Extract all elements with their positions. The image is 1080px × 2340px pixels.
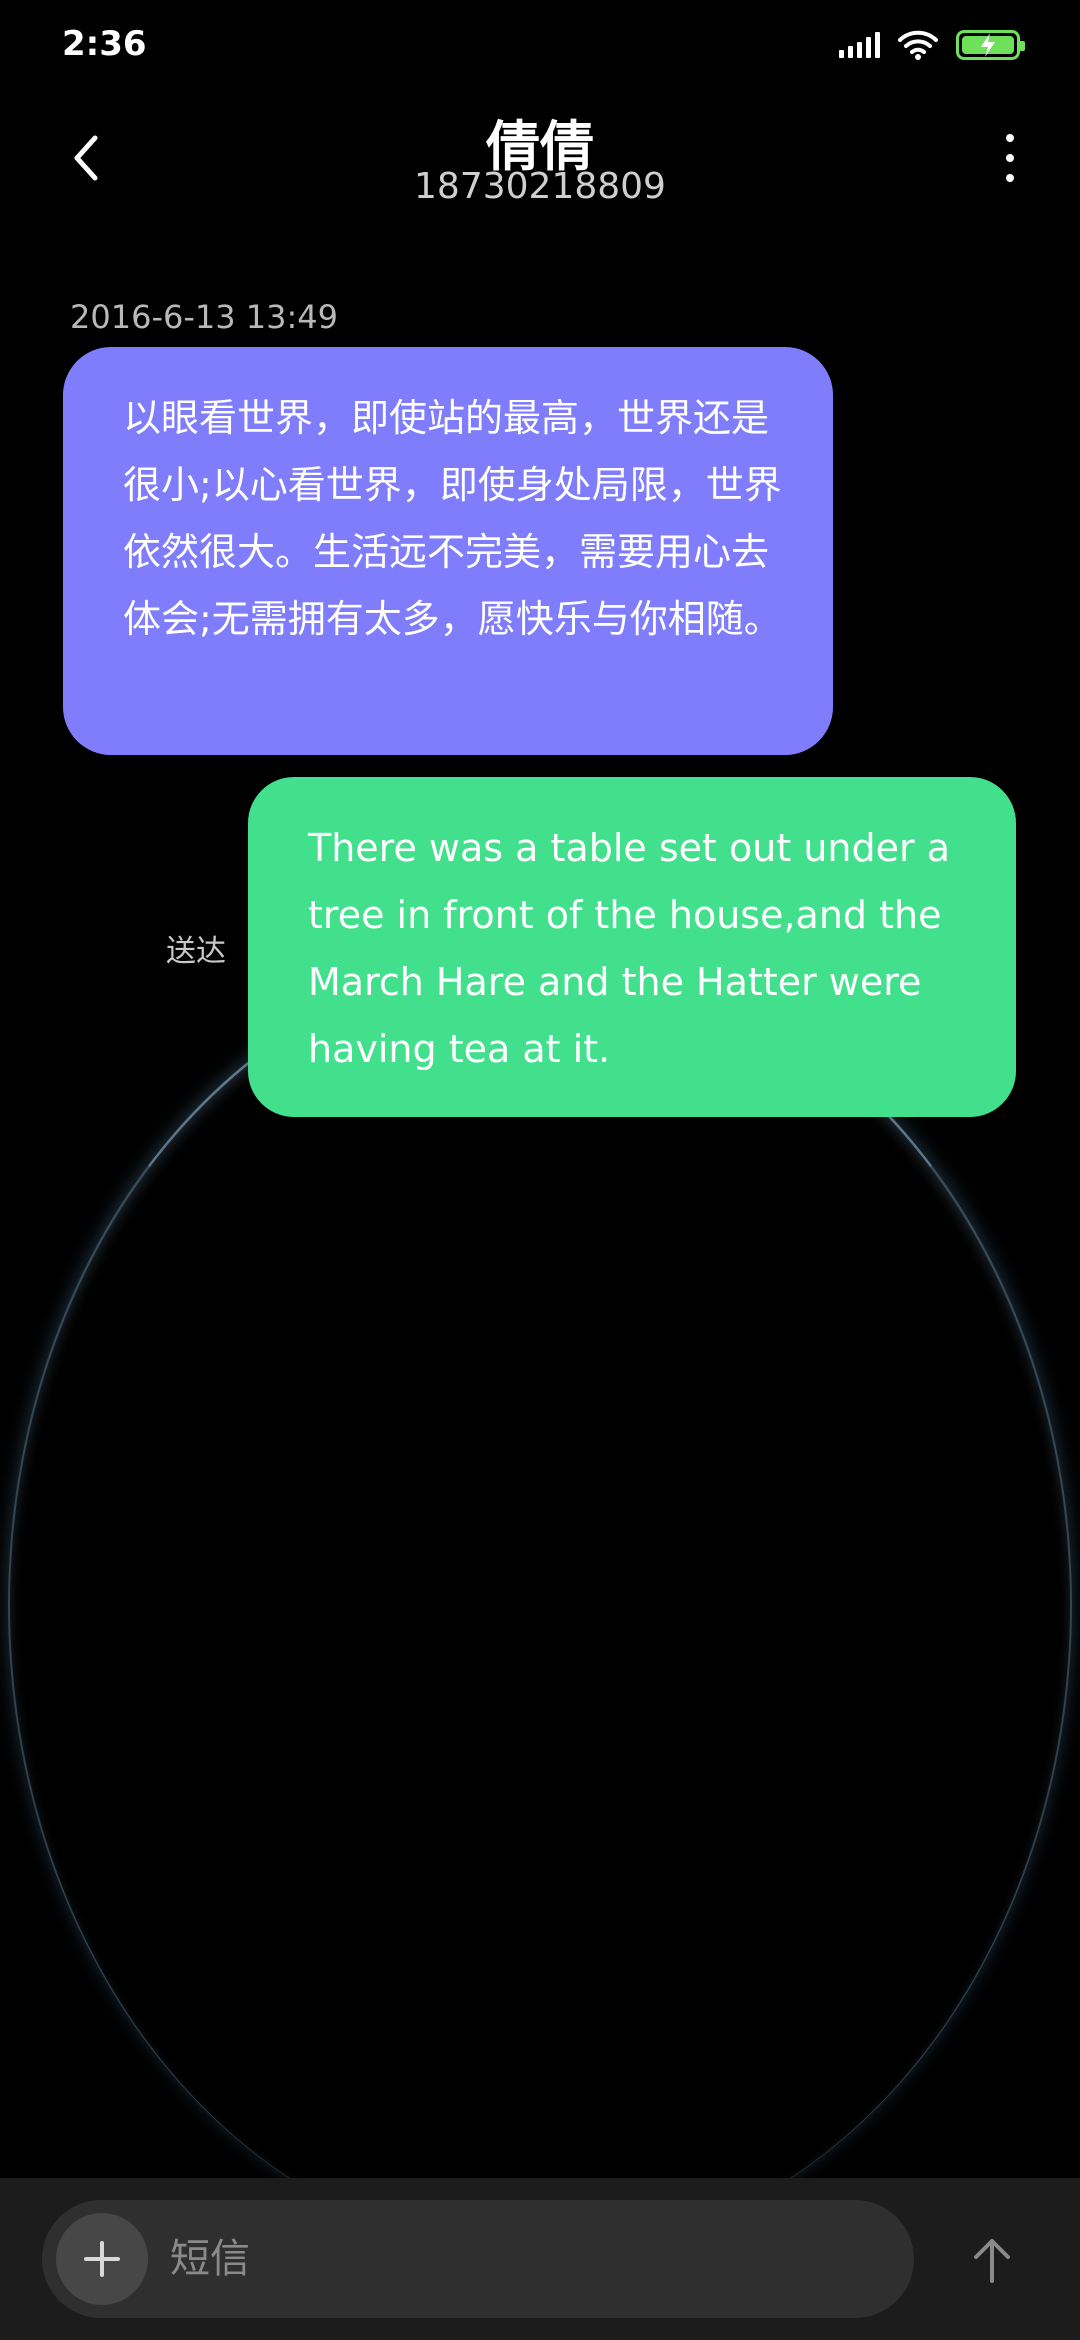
- battery-icon: [956, 30, 1025, 60]
- wifi-icon: [898, 30, 938, 60]
- more-vertical-icon: [1006, 134, 1014, 142]
- signal-icon: [839, 32, 880, 58]
- plus-icon: [84, 2241, 120, 2277]
- incoming-message-bubble[interactable]: 以眼看世界，即使站的最高，世界还是很小;以心看世界，即使身处局限，世界依然很大。…: [63, 347, 833, 755]
- delivery-status: 送达: [166, 934, 226, 969]
- message-input[interactable]: [170, 2222, 890, 2296]
- conversation-header: 倩倩 18730218809: [0, 96, 1080, 226]
- messaging-screen: 2:36 倩倩 18730218809 2016-6-13 13:49 以眼看世…: [0, 0, 1080, 2340]
- arrow-up-icon: [974, 2239, 1010, 2283]
- message-timestamp: 2016-6-13 13:49: [70, 298, 338, 336]
- contact-number: 18730218809: [414, 166, 666, 207]
- status-icons: [839, 30, 1025, 60]
- add-attachment-button[interactable]: [56, 2213, 148, 2305]
- status-bar: 2:36: [0, 0, 1080, 96]
- composer-field: [42, 2200, 914, 2318]
- charging-bolt-icon: [981, 33, 995, 57]
- wallpaper-planet-rim: [8, 955, 1072, 2255]
- composer-bar: [0, 2178, 1080, 2340]
- send-button[interactable]: [950, 2218, 1034, 2302]
- outgoing-message-bubble[interactable]: There was a table set out under a tree i…: [248, 777, 1016, 1117]
- status-time: 2:36: [62, 24, 147, 64]
- more-options-button[interactable]: [990, 126, 1030, 190]
